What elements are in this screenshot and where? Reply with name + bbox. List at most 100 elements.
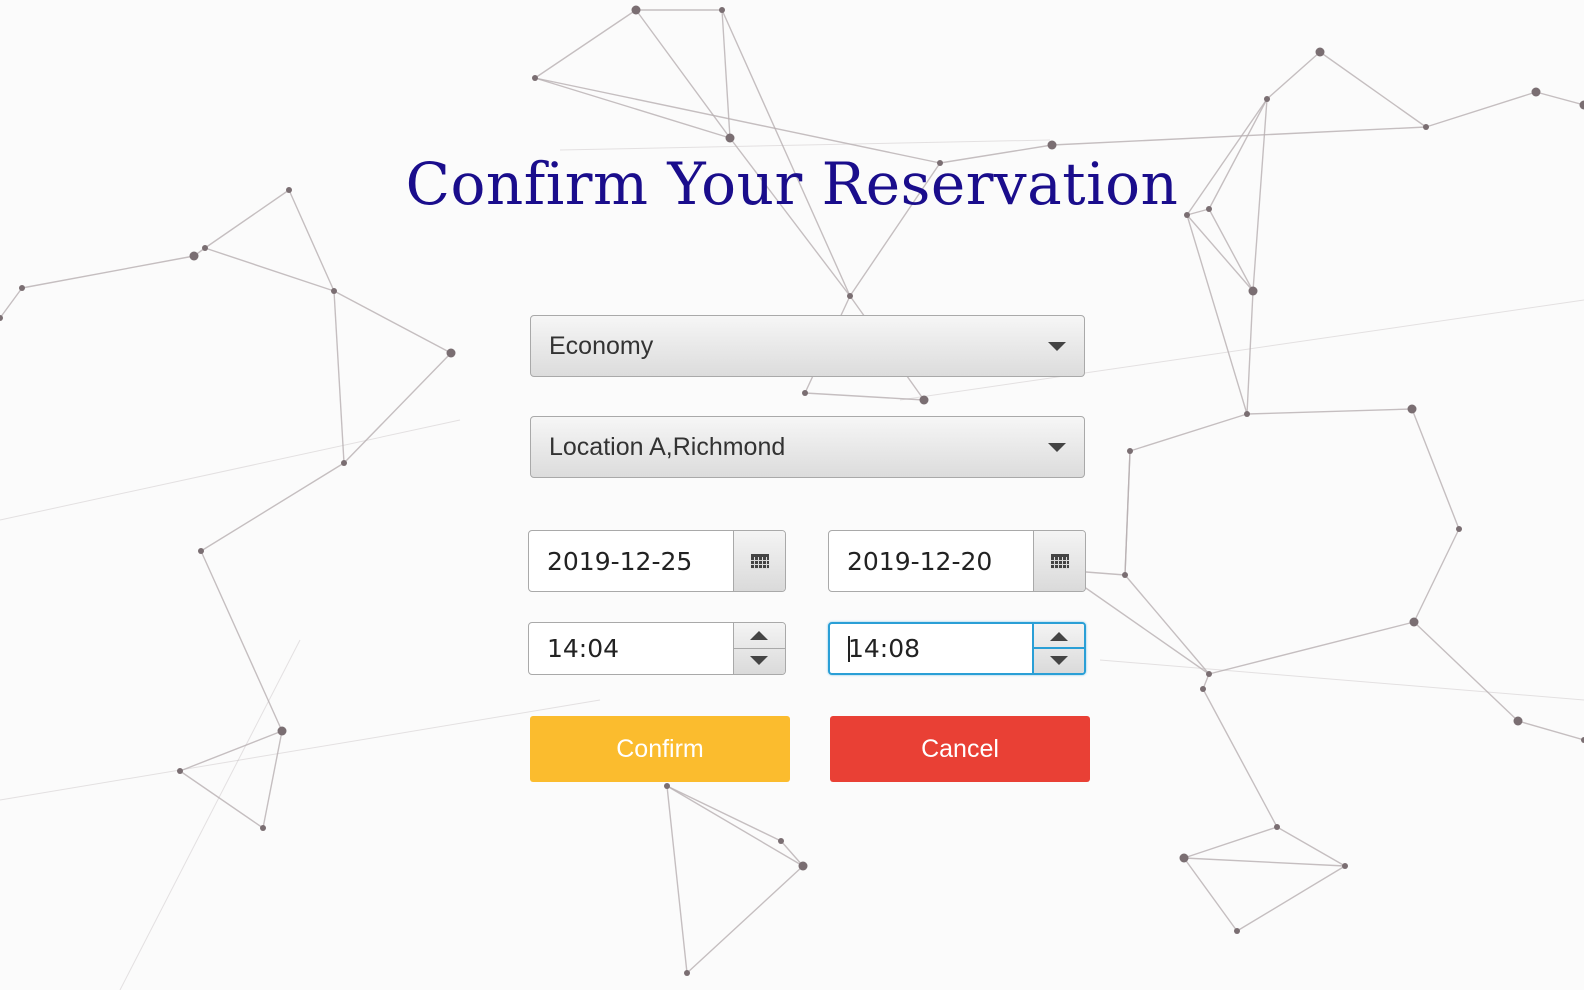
network-line <box>343 352 452 464</box>
return-time-input[interactable] <box>830 624 1036 673</box>
network-node <box>802 390 808 396</box>
network-node <box>1274 824 1280 830</box>
network-node <box>684 970 690 976</box>
network-line <box>1051 126 1427 146</box>
car-class-value: Economy <box>549 332 654 360</box>
text-cursor <box>848 636 850 662</box>
location-select[interactable]: Location A,Richmond <box>530 416 1085 478</box>
network-background <box>0 5 1584 990</box>
pickup-date-calendar-button[interactable] <box>733 531 785 591</box>
pickup-date-picker <box>528 530 786 592</box>
location-value: Location A,Richmond <box>549 433 786 461</box>
return-time-spinner <box>828 622 1086 675</box>
pickup-time-increment-button[interactable] <box>734 623 785 649</box>
network-line <box>1183 857 1238 932</box>
network-node <box>341 460 347 466</box>
network-line <box>1124 450 1131 576</box>
network-node <box>1179 853 1189 863</box>
network-line <box>1266 51 1321 100</box>
network-node <box>1579 100 1584 110</box>
network-line <box>262 730 283 829</box>
network-line <box>21 255 195 289</box>
network-line <box>1236 865 1346 932</box>
arrow-up-icon <box>1050 632 1068 641</box>
network-node <box>1407 404 1417 414</box>
network-node <box>1456 526 1462 532</box>
network-node <box>798 861 808 871</box>
network-line <box>179 730 283 772</box>
network-node <box>1047 140 1057 150</box>
network-line <box>1411 408 1460 530</box>
network-line <box>780 840 804 867</box>
network-node <box>725 133 735 143</box>
arrow-up-icon <box>750 631 768 640</box>
arrow-down-icon <box>1050 655 1068 665</box>
network-node <box>198 548 204 554</box>
network-node <box>1200 686 1206 692</box>
confirm-button[interactable]: Confirm <box>530 716 790 782</box>
network-node <box>664 783 670 789</box>
network-node <box>1531 87 1541 97</box>
network-node <box>1409 617 1419 627</box>
network-line <box>0 699 601 801</box>
network-line <box>119 639 301 990</box>
pickup-time-spinner-buttons <box>733 623 785 674</box>
network-line <box>1183 826 1278 859</box>
network-line <box>1535 91 1584 106</box>
network-line <box>1183 857 1346 867</box>
network-node <box>631 5 641 15</box>
network-node <box>847 293 853 299</box>
network-node <box>778 838 784 844</box>
network-line <box>1413 528 1460 623</box>
network-node <box>1122 572 1128 578</box>
return-time-decrement-button[interactable] <box>1034 649 1084 674</box>
network-line <box>1129 413 1248 452</box>
network-node <box>1423 124 1429 130</box>
network-line <box>1413 621 1519 722</box>
pickup-time-input[interactable] <box>529 623 735 674</box>
network-line <box>559 139 1051 151</box>
return-date-picker <box>828 530 1086 592</box>
network-node <box>189 251 199 261</box>
network-node <box>260 825 266 831</box>
network-node <box>1513 716 1523 726</box>
network-node <box>1206 671 1212 677</box>
network-line <box>200 550 283 732</box>
car-class-select[interactable]: Economy <box>530 315 1085 377</box>
network-node <box>1248 286 1258 296</box>
pickup-date-input[interactable] <box>529 531 735 591</box>
network-line <box>1517 720 1584 741</box>
return-time-spinner-buttons <box>1032 624 1084 673</box>
network-line <box>0 419 461 521</box>
return-date-calendar-button[interactable] <box>1033 531 1085 591</box>
page-title: Confirm Your Reservation <box>405 150 1179 218</box>
chevron-down-icon <box>1048 443 1066 452</box>
network-node <box>532 75 538 81</box>
network-node <box>1264 96 1270 102</box>
network-line <box>534 77 731 139</box>
network-node <box>1315 47 1325 57</box>
cancel-button[interactable]: Cancel <box>830 716 1090 782</box>
network-line <box>1186 214 1254 292</box>
return-time-increment-button[interactable] <box>1034 624 1084 649</box>
network-line <box>1276 826 1346 867</box>
network-line <box>1202 688 1278 828</box>
pickup-time-decrement-button[interactable] <box>734 649 785 675</box>
network-line <box>1208 621 1415 675</box>
network-line <box>1208 208 1254 292</box>
arrow-down-icon <box>750 655 768 665</box>
network-node <box>1127 448 1133 454</box>
network-node <box>719 7 725 13</box>
network-node <box>19 285 25 291</box>
network-line <box>333 290 345 464</box>
network-node <box>1234 928 1240 934</box>
return-date-input[interactable] <box>829 531 1035 591</box>
network-node <box>446 348 456 358</box>
network-line <box>1425 91 1537 128</box>
network-line <box>179 770 264 829</box>
network-line <box>200 462 345 552</box>
pickup-time-spinner <box>528 622 786 675</box>
network-line <box>1319 51 1427 128</box>
calendar-icon <box>751 554 769 569</box>
network-node <box>177 768 183 774</box>
